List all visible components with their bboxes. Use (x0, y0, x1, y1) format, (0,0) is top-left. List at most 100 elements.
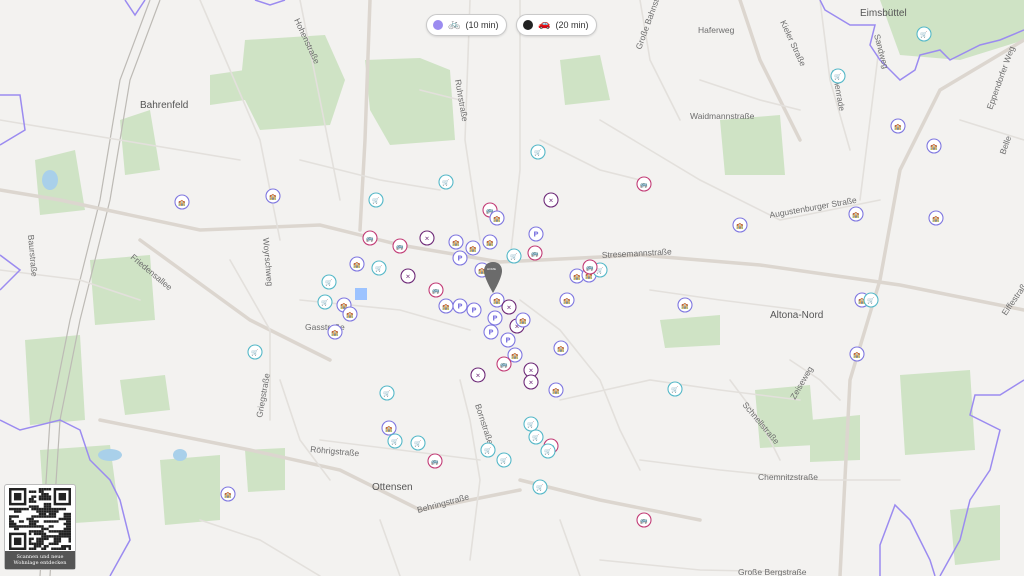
isochrone-color-dot (433, 20, 443, 30)
street-label: Große Bahnstraße (633, 0, 667, 51)
bus-icon[interactable]: 🚌 (496, 356, 512, 372)
cart-icon[interactable]: 🛒 (863, 292, 879, 308)
svg-text:🏫: 🏫 (894, 124, 902, 131)
bus-icon[interactable]: 🚌 (636, 512, 652, 528)
building-icon[interactable]: 🏫 (548, 382, 564, 398)
building-icon[interactable]: 🏫 (732, 217, 748, 233)
svg-text:🏫: 🏫 (346, 312, 354, 319)
bus-icon[interactable]: 🚌 (527, 245, 543, 261)
building-icon[interactable]: 🏫 (482, 234, 498, 250)
cart-icon[interactable]: 🛒 (506, 248, 522, 264)
svg-text:🛒: 🛒 (534, 149, 542, 157)
building-icon[interactable]: 🏫 (174, 194, 190, 210)
street-label: Behringstraße (416, 491, 470, 515)
parking-icon[interactable]: P (528, 226, 544, 242)
street-label: Röhrigstraße (310, 444, 360, 458)
building-icon[interactable]: 🏫 (848, 206, 864, 222)
utensils-icon[interactable]: ✕ (470, 367, 486, 383)
street-label: Chemnitzstraße (758, 472, 818, 482)
parking-icon[interactable]: P (466, 302, 482, 318)
building-icon[interactable]: 🏫 (381, 420, 397, 436)
legend-car-20min[interactable]: 🚗 (20 min) (516, 14, 598, 36)
parking-icon[interactable]: P (483, 324, 499, 340)
building-icon[interactable]: 🏫 (515, 312, 531, 328)
bus-icon[interactable]: 🚌 (362, 230, 378, 246)
building-icon[interactable]: 🏫 (349, 256, 365, 272)
bus-icon[interactable]: 🚌 (392, 238, 408, 254)
building-icon[interactable]: 🏫 (928, 210, 944, 226)
parking-icon[interactable]: P (487, 310, 503, 326)
district-label: Bahrenfeld (140, 100, 188, 111)
svg-text:P: P (492, 315, 497, 323)
svg-text:🛒: 🛒 (920, 31, 928, 39)
cart-icon[interactable]: 🛒 (387, 433, 403, 449)
building-icon[interactable]: 🏫 (559, 292, 575, 308)
cart-icon[interactable]: 🛒 (830, 68, 846, 84)
cart-icon[interactable]: 🛒 (317, 294, 333, 310)
qr-code-card[interactable]: Scannen und neue Wohnlage entdecken (4, 484, 76, 570)
building-icon[interactable]: 🏫 (553, 340, 569, 356)
svg-text:🛒: 🛒 (834, 73, 842, 81)
svg-text:HOME: HOME (487, 267, 496, 271)
svg-text:🏫: 🏫 (353, 262, 361, 269)
cart-icon[interactable]: 🛒 (496, 452, 512, 468)
utensils-icon[interactable]: ✕ (543, 192, 559, 208)
building-icon[interactable]: 🏫 (849, 346, 865, 362)
svg-text:🛒: 🛒 (442, 179, 450, 187)
cart-icon[interactable]: 🛒 (321, 274, 337, 290)
cart-icon[interactable]: 🛒 (667, 381, 683, 397)
building-icon[interactable]: 🏫 (448, 234, 464, 250)
svg-text:🛒: 🛒 (383, 390, 391, 398)
svg-text:P: P (457, 255, 462, 263)
cart-icon[interactable]: 🛒 (528, 429, 544, 445)
svg-text:🛒: 🛒 (532, 434, 540, 442)
bus-icon[interactable]: 🚌 (636, 176, 652, 192)
location-pin-icon[interactable]: HOME (484, 262, 502, 293)
cart-icon[interactable]: 🛒 (540, 443, 556, 459)
cart-icon[interactable]: 🛒 (410, 435, 426, 451)
cart-icon[interactable]: 🛒 (532, 479, 548, 495)
street-label: Eiffestraße (999, 278, 1024, 317)
svg-text:🏫: 🏫 (224, 492, 232, 499)
cart-icon[interactable]: 🛒 (379, 385, 395, 401)
cart-icon[interactable]: 🛒 (438, 174, 454, 190)
building-icon[interactable]: 🏫 (438, 298, 454, 314)
building-icon[interactable]: 🏫 (220, 486, 236, 502)
parking-icon[interactable]: P (452, 250, 468, 266)
cart-icon[interactable]: 🛒 (530, 144, 546, 160)
building-icon[interactable]: 🏫 (265, 188, 281, 204)
bus-icon[interactable]: 🚌 (427, 453, 443, 469)
street-label: Haferweg (698, 25, 735, 35)
svg-text:🏫: 🏫 (930, 144, 938, 151)
building-icon[interactable]: 🏫 (890, 118, 906, 134)
cart-icon[interactable]: 🛒 (247, 344, 263, 360)
cart-icon[interactable]: 🛒 (368, 192, 384, 208)
building-icon[interactable]: 🏫 (465, 240, 481, 256)
building-icon[interactable]: 🏫 (327, 324, 343, 340)
utensils-icon[interactable]: ✕ (501, 299, 517, 315)
svg-text:🚌: 🚌 (531, 251, 539, 258)
building-icon[interactable]: 🏫 (926, 138, 942, 154)
building-icon[interactable]: 🏫 (489, 210, 505, 226)
bus-icon[interactable]: 🚌 (582, 259, 598, 275)
cart-icon[interactable]: 🛒 (916, 26, 932, 42)
building-icon[interactable]: 🏫 (342, 306, 358, 322)
cart-icon[interactable]: 🛒 (480, 442, 496, 458)
map-canvas[interactable]: Bahrenfeld Eimsbüttel Altona-Nord Ottens… (0, 0, 1024, 576)
svg-text:🏫: 🏫 (681, 303, 689, 310)
building-icon[interactable]: 🏫 (677, 297, 693, 313)
legend-bike-10min[interactable]: 🚲 (10 min) (426, 14, 508, 36)
utensils-icon[interactable]: ✕ (400, 268, 416, 284)
district-label: Eimsbüttel (860, 8, 907, 19)
svg-text:🏫: 🏫 (557, 346, 565, 353)
bus-icon[interactable]: 🚌 (428, 282, 444, 298)
svg-text:🛒: 🛒 (251, 349, 259, 357)
svg-text:🛒: 🛒 (527, 421, 535, 429)
cart-icon[interactable]: 🛒 (371, 260, 387, 276)
parking-icon[interactable]: P (452, 298, 468, 314)
parking-icon[interactable]: P (500, 332, 516, 348)
utensils-icon[interactable]: ✕ (419, 230, 435, 246)
utensils-icon[interactable]: ✕ (523, 374, 539, 390)
svg-text:🏫: 🏫 (442, 304, 450, 311)
cart-icon[interactable]: 🛒 (523, 416, 539, 432)
